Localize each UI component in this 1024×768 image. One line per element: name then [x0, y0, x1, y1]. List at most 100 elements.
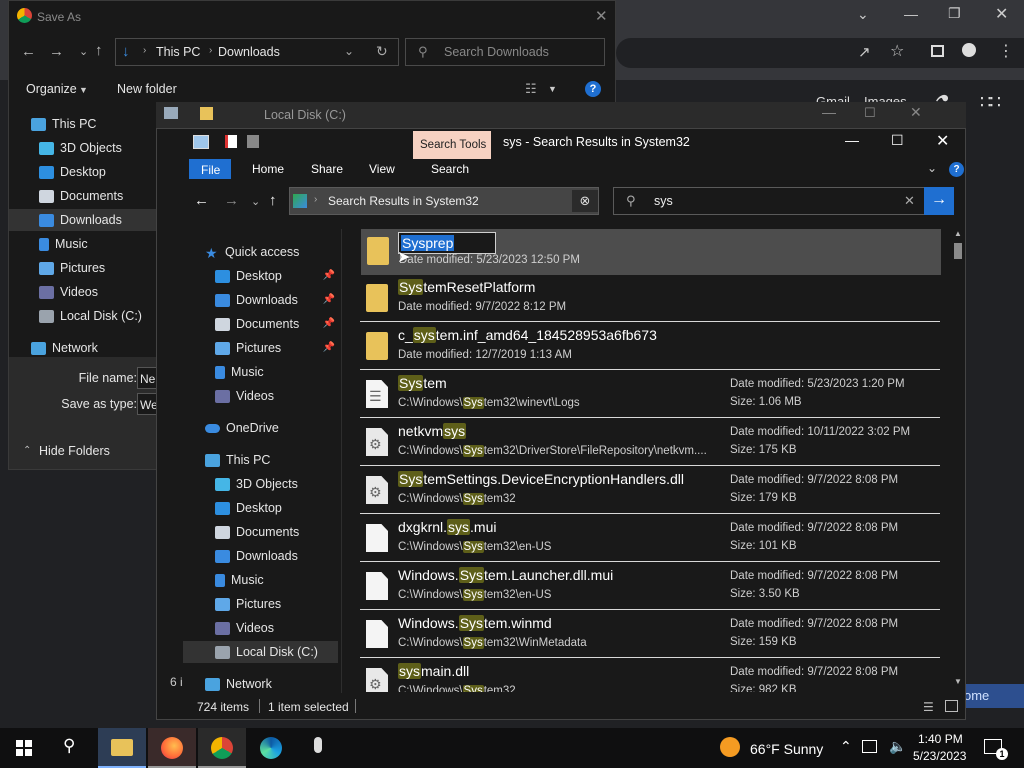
downloads-arrow-icon: ↓	[122, 43, 130, 60]
crumb-separator-icon: ›	[143, 45, 147, 56]
result-path-part: C:\Windows\	[398, 589, 463, 601]
result-subtitle: C:\Windows\System32\en-US	[398, 541, 551, 553]
forward-arrow-icon[interactable]: →	[49, 43, 64, 60]
clock-date[interactable]: 5/23/2023	[913, 749, 966, 763]
bg-close-icon[interactable]: ✕	[910, 104, 922, 121]
crumb-separator-icon: ›	[209, 45, 213, 56]
large-icons-view-icon[interactable]	[945, 700, 958, 712]
apps-grid-icon[interactable]: ∷∷	[980, 92, 1001, 113]
bg-maximize-icon[interactable]: ☐	[864, 105, 876, 121]
search-highlight: Sys	[398, 471, 424, 487]
weather-text[interactable]: 66°F Sunny	[750, 741, 823, 757]
result-name-part: tem.inf_amd64_184528953a6fb673	[435, 327, 657, 343]
taskbar-chrome[interactable]	[198, 728, 246, 768]
nav-downloads[interactable]: Downloads	[9, 209, 157, 231]
save-as-close-icon[interactable]: ✕	[595, 7, 608, 25]
save-as-address-bar[interactable]: ↓ › This PC › Downloads ⌄ ↻	[115, 38, 399, 66]
search-highlight: Sys	[462, 445, 484, 457]
address-dropdown-icon[interactable]: ⌄	[344, 44, 354, 58]
result-subtitle: C:\Windows\System32\DriverStore\FileRepo…	[398, 445, 707, 457]
search-highlight: sys	[443, 423, 467, 439]
taskbar-firefox[interactable]	[148, 728, 196, 768]
result-path-part: C:\Windows\	[398, 637, 463, 649]
result-row[interactable]: ☰ System C:\Windows\System32\winevt\Logs Da…	[360, 372, 940, 418]
result-subtitle: C:\Windows\System32\winevt\Logs	[398, 397, 580, 409]
recent-chevron-icon[interactable]: ⌄	[79, 45, 88, 58]
result-name: netkvmsys	[398, 423, 467, 439]
result-row[interactable]: SystemResetPlatform Date modified: 9/7/20…	[360, 276, 940, 322]
save-as-title: Save As	[37, 10, 82, 24]
result-subtitle: C:\Windows\System32	[398, 493, 516, 505]
chrome-close-icon[interactable]: ✕	[995, 4, 1008, 24]
network-icon	[31, 342, 46, 356]
result-row[interactable]: dxgkrnl.sys.mui C:\Windows\System32\en-US…	[360, 516, 940, 562]
new-folder-button[interactable]: New folder	[117, 82, 177, 96]
chrome-chevron-down-icon[interactable]: ⌄	[857, 6, 869, 23]
settings-file-icon: ⚙	[366, 476, 388, 504]
result-size: Size: 179 KB	[730, 492, 797, 504]
status-divider	[355, 699, 356, 713]
save-as-search-box[interactable]: ⚲ Search Downloads	[405, 38, 605, 66]
network-icon[interactable]	[862, 740, 877, 753]
search-highlight: sys	[412, 327, 436, 343]
result-row[interactable]: Windows.System.winmd C:\Windows\System32\…	[360, 612, 940, 658]
organize-button[interactable]: Organize	[26, 82, 77, 96]
chrome-minimize-icon[interactable]: —	[904, 6, 918, 22]
result-subtitle: Date modified: 9/7/2022 8:12 PM	[398, 301, 566, 313]
share-icon[interactable]: ↗	[858, 43, 871, 61]
explorer-status-bar: 724 items 1 item selected ☰	[157, 695, 965, 719]
search-highlight: Sys	[462, 397, 484, 409]
crumb-this-pc[interactable]: This PC	[156, 45, 200, 59]
edge-icon[interactable]	[260, 737, 282, 759]
taskbar-file-explorer[interactable]	[98, 728, 146, 768]
details-view-icon[interactable]: ☰	[923, 700, 934, 714]
profile-avatar-icon[interactable]	[962, 43, 976, 57]
view-dropdown-icon[interactable]: ▼	[548, 84, 557, 94]
result-row[interactable]: Windows.System.Launcher.dll.mui C:\Window…	[360, 564, 940, 610]
result-date-modified: Date modified: 9/7/2022 8:08 PM	[730, 666, 899, 678]
background-explorer-title: Local Disk (C:)	[264, 108, 346, 122]
search-highlight: Sys	[458, 567, 485, 583]
file-name-input[interactable]: Ne	[137, 367, 157, 389]
view-options-icon[interactable]: ☷	[525, 81, 537, 97]
chrome-icon	[211, 737, 233, 759]
result-row[interactable]: ⚙ sysmain.dll C:\Windows\System32 Date modi…	[360, 660, 940, 692]
save-as-nav-pane: This PC 3D Objects Desktop Documents Dow…	[9, 105, 157, 356]
save-as-type-select[interactable]: We	[137, 393, 158, 415]
result-date-modified: Date modified: 9/7/2022 8:08 PM	[730, 522, 899, 534]
back-arrow-icon[interactable]: ←	[21, 43, 36, 60]
bookmark-star-icon[interactable]: ☆	[890, 41, 904, 61]
windows-start-icon[interactable]	[16, 740, 32, 756]
tray-chevron-icon[interactable]: ⌃	[840, 738, 852, 755]
result-name: dxgkrnl.sys.mui	[398, 519, 496, 535]
result-name: Windows.System.Launcher.dll.mui	[398, 567, 613, 583]
home-button-label: ome	[964, 688, 990, 703]
result-path-part: C:\Windows\	[398, 445, 463, 457]
volume-icon[interactable]: 🔈	[889, 738, 906, 755]
chrome-menu-icon[interactable]: ⋮	[998, 41, 1014, 61]
pictures-icon	[39, 262, 54, 276]
chrome-restore-icon[interactable]: ❐	[948, 5, 961, 22]
result-row[interactable]: ⚙ netkvmsys C:\Windows\System32\DriverStor…	[360, 420, 940, 466]
firefox-icon	[161, 737, 183, 759]
search-icon: ⚲	[418, 44, 428, 59]
result-size: Size: 101 KB	[730, 540, 797, 552]
log-icon: ☰	[369, 388, 382, 404]
side-panel-icon[interactable]	[931, 45, 944, 57]
sun-icon[interactable]	[720, 737, 740, 757]
result-row[interactable]: c_system.inf_amd64_184528953a6fb673 Date …	[360, 324, 940, 370]
refresh-icon[interactable]: ↻	[376, 43, 388, 60]
music-icon	[39, 238, 49, 252]
result-row[interactable]: ⚙ SystemSettings.DeviceEncryptionHandlers…	[360, 468, 940, 514]
clock-time[interactable]: 1:40 PM	[918, 732, 963, 746]
help-icon[interactable]: ?	[585, 81, 601, 97]
microphone-icon[interactable]	[314, 737, 322, 753]
hide-folders-button[interactable]: Hide Folders	[39, 444, 110, 458]
search-highlight: Sys	[398, 279, 424, 295]
result-path-part: tem32	[483, 685, 516, 692]
search-icon[interactable]: ⚲	[63, 736, 75, 756]
result-path-part: tem32\WinMetadata	[483, 637, 587, 649]
bg-minimize-icon[interactable]: —	[822, 104, 836, 120]
crumb-downloads[interactable]: Downloads	[218, 45, 280, 59]
up-arrow-icon[interactable]: ↑	[95, 42, 103, 59]
